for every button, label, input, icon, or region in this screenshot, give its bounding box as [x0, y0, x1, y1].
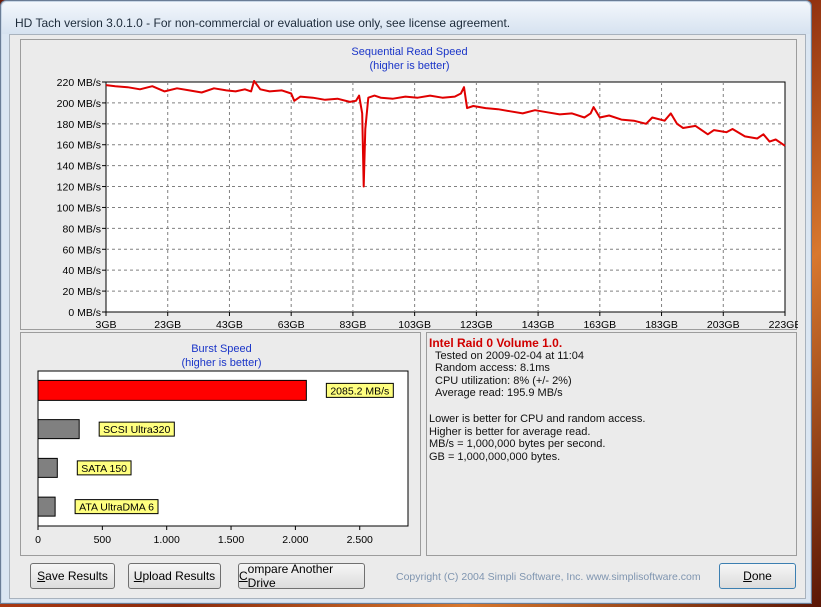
sequential-read-panel: Sequential Read Speed (higher is better)… [20, 39, 798, 331]
x-tick-label: 63GB [278, 319, 305, 331]
burst-bar-measured [37, 379, 307, 401]
info-text: Intel Raid 0 Volume 1.0. Tested on 2009-… [429, 337, 645, 463]
burst-x-tick-label: 500 [94, 534, 112, 546]
x-tick-label: 3GB [95, 319, 116, 331]
compare-accel: C [239, 569, 248, 583]
x-tick-label: 163GB [583, 319, 616, 331]
client-area: Sequential Read Speed (higher is better)… [9, 34, 806, 599]
burst-x-tick-label: 2.500 [347, 534, 373, 546]
burst-speed-panel: Burst Speed (higher is better) 0 500 1.000… [20, 332, 421, 556]
x-tick-label: 23GB [154, 319, 181, 331]
x-tick-label: 223GB [769, 319, 798, 331]
compare-label: ompare Another Drive [247, 562, 334, 590]
done-label: one [751, 569, 772, 583]
burst-x-tick-label: 0 [35, 534, 41, 546]
note-lower-better: Lower is better for CPU and random acces… [429, 412, 646, 425]
title-bar[interactable]: HD Tach version 3.0.1.0 - For non-commer… [2, 2, 810, 34]
x-tick-label: 203GB [707, 319, 740, 331]
burst-bar-reference [37, 496, 56, 517]
y-tick-label: 220 MB/s [57, 77, 101, 89]
tested-on: Tested on 2009-02-04 at 11:04 [435, 349, 585, 362]
burst-bar-reference [37, 419, 80, 440]
upload-results-button[interactable]: Upload Results [128, 563, 221, 589]
save-label: ave Results [45, 569, 108, 583]
burst-bar-label: ATA UltraDMA 6 [79, 502, 154, 514]
y-tick-label: 200 MB/s [57, 98, 101, 110]
y-tick-label: 100 MB/s [57, 202, 101, 214]
x-tick-label: 123GB [460, 319, 493, 331]
y-tick-label: 180 MB/s [57, 119, 101, 131]
upload-accel: U [133, 569, 143, 583]
y-tick-label: 60 MB/s [62, 244, 101, 256]
plot-area [105, 81, 786, 313]
done-button[interactable]: Done [719, 563, 796, 589]
burst-bar-reference [37, 457, 58, 478]
burst-x-tick-label: 1.500 [218, 534, 244, 546]
y-tick-label: 140 MB/s [57, 161, 101, 173]
burst-bar-label: SCSI Ultra320 [103, 424, 170, 436]
app-window: HD Tach version 3.0.1.0 - For non-commer… [0, 0, 812, 604]
x-tick-label: 103GB [398, 319, 431, 331]
upload-label: pload Results [142, 569, 216, 583]
y-tick-label: 40 MB/s [62, 265, 101, 277]
cpu-utilization: CPU utilization: 8% (+/- 2%) [435, 374, 572, 387]
copyright-link[interactable]: Copyright (C) 2004 Simpli Software, Inc.… [396, 571, 701, 583]
x-tick-label: 43GB [216, 319, 243, 331]
burst-x-tick-label: 1.000 [154, 534, 180, 546]
average-read: Average read: 195.9 MB/s [435, 387, 563, 400]
save-results-button[interactable]: Save Results [30, 563, 115, 589]
random-access: Random access: 8.1ms [435, 362, 550, 375]
drive-name: Intel Raid 0 Volume 1.0. [429, 336, 563, 350]
y-tick-label: 0 MB/s [68, 307, 101, 319]
y-tick-label: 80 MB/s [62, 223, 101, 235]
x-tick-label: 83GB [339, 319, 366, 331]
burst-speed-chart: 0 500 1.000 1.500 2.000 2.500 2085.2 MB/s SCSI … [35, 370, 409, 546]
burst-bar-label: SATA 150 [81, 463, 127, 475]
note-gb-definition: GB = 1,000,000,000 bytes. [429, 450, 561, 463]
x-tick-label: 143GB [522, 319, 555, 331]
y-tick-label: 120 MB/s [57, 182, 101, 194]
y-tick-label: 160 MB/s [57, 140, 101, 152]
note-higher-better: Higher is better for average read. [429, 425, 591, 438]
burst-x-tick-label: 2.000 [282, 534, 308, 546]
results-info-panel: Intel Raid 0 Volume 1.0. Tested on 2009-… [426, 332, 797, 556]
x-tick-label: 183GB [645, 319, 678, 331]
burst-bar-label: 2085.2 MB/s [330, 385, 389, 397]
sequential-read-chart: 0 MB/s 20 MB/s 40 MB/s 60 MB/s 80 MB/s 100 MB… [57, 77, 798, 331]
note-mbs-definition: MB/s = 1,000,000 bytes per second. [429, 438, 606, 451]
window-title: HD Tach version 3.0.1.0 - For non-commer… [15, 16, 511, 30]
y-tick-label: 20 MB/s [62, 286, 101, 298]
compare-another-drive-button[interactable]: Compare Another Drive [238, 562, 365, 590]
done-accel: D [743, 569, 752, 583]
save-accel: S [37, 569, 46, 583]
